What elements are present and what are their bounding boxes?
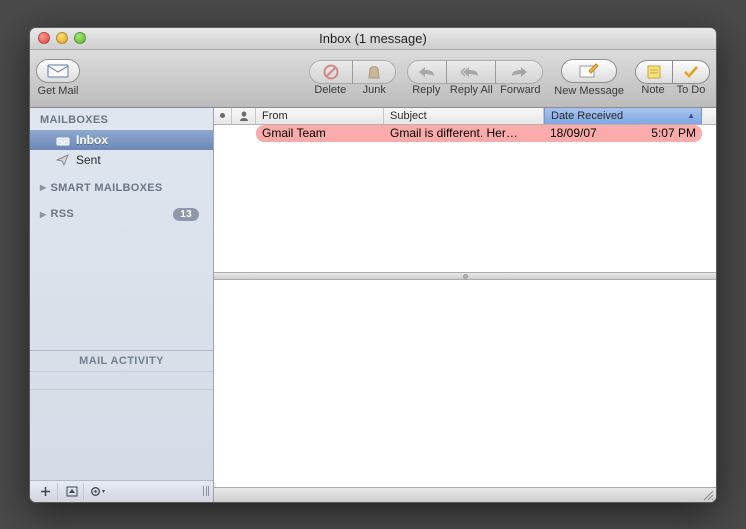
- new-message-label: New Message: [554, 85, 624, 97]
- column-scrollbar-spacer: [702, 108, 716, 124]
- envelope-icon: [47, 64, 69, 78]
- sidebar-resize-grip[interactable]: [203, 486, 209, 496]
- status-bar: [214, 487, 716, 502]
- forward-button[interactable]: [495, 60, 543, 84]
- splitter-dimple-icon: [463, 274, 468, 279]
- plus-icon: [40, 486, 51, 497]
- todo-button[interactable]: [672, 60, 710, 84]
- sidebar-footer: [30, 480, 213, 502]
- reply-button[interactable]: [407, 60, 447, 84]
- message-area: From Subject Date Received ▲ Gmail Team …: [214, 108, 716, 502]
- forward-arrow-icon: [510, 66, 528, 78]
- note-icon: [647, 65, 661, 79]
- titlebar[interactable]: Inbox (1 message): [30, 28, 716, 50]
- column-date-received[interactable]: Date Received ▲: [544, 108, 702, 124]
- inbox-icon: [56, 133, 70, 147]
- todo-label: To Do: [672, 84, 710, 96]
- sort-ascending-icon: ▲: [687, 111, 695, 120]
- sidebar-item-inbox[interactable]: Inbox: [30, 130, 213, 150]
- note-label: Note: [634, 84, 672, 96]
- mail-window: Inbox (1 message) Get Mail Delete Junk: [29, 27, 717, 503]
- reply-arrow-icon: [418, 66, 436, 78]
- message-list[interactable]: Gmail Team Gmail is different. Her… 18/0…: [214, 125, 716, 273]
- reply-label: Reply: [406, 84, 446, 96]
- column-from[interactable]: From: [256, 108, 384, 124]
- window-title: Inbox (1 message): [30, 31, 716, 46]
- preview-pane: [214, 280, 716, 487]
- get-mail-button[interactable]: [36, 59, 80, 83]
- sidebar-item-sent[interactable]: Sent: [30, 150, 213, 170]
- delete-label: Delete: [308, 84, 352, 96]
- note-button[interactable]: [635, 60, 673, 84]
- reply-all-arrow-icon: [460, 66, 482, 78]
- column-headers: From Subject Date Received ▲: [214, 108, 716, 125]
- sidebar: MAILBOXES Inbox Sent ▶ SMART MAILBOXES: [30, 108, 214, 502]
- message-from: Gmail Team: [256, 125, 384, 142]
- gear-icon: [90, 486, 106, 497]
- show-activity-button[interactable]: [60, 483, 84, 500]
- junk-label: Junk: [352, 84, 396, 96]
- pane-splitter[interactable]: [214, 272, 716, 280]
- dot-icon: [219, 112, 226, 119]
- sidebar-item-label: Sent: [76, 153, 101, 167]
- get-mail-label: Get Mail: [38, 85, 79, 97]
- compose-icon: [579, 63, 599, 79]
- paper-plane-icon: [56, 153, 70, 167]
- activity-icon: [66, 486, 78, 497]
- mail-activity-panel: MAIL ACTIVITY: [30, 350, 213, 480]
- delete-button[interactable]: [309, 60, 353, 84]
- toolbar: Get Mail Delete Junk: [30, 50, 716, 108]
- forward-label: Forward: [496, 84, 544, 96]
- no-entry-icon: [323, 64, 339, 80]
- smart-mailboxes-header[interactable]: ▶ SMART MAILBOXES: [30, 170, 213, 198]
- disclosure-triangle-icon: ▶: [40, 183, 46, 192]
- action-menu-button[interactable]: [86, 483, 110, 500]
- resize-grip[interactable]: [703, 490, 714, 501]
- message-row[interactable]: Gmail Team Gmail is different. Her… 18/0…: [214, 125, 716, 142]
- rss-badge: 13: [173, 208, 199, 221]
- buddy-icon: [238, 110, 250, 122]
- column-buddy[interactable]: [232, 108, 256, 124]
- new-message-button[interactable]: [561, 59, 617, 83]
- disclosure-triangle-icon: ▶: [40, 210, 46, 219]
- add-button[interactable]: [34, 483, 58, 500]
- junk-button[interactable]: [352, 60, 396, 84]
- reply-all-label: Reply All: [446, 84, 496, 96]
- bag-icon: [366, 64, 382, 80]
- mailboxes-header[interactable]: MAILBOXES: [30, 108, 213, 130]
- column-subject[interactable]: Subject: [384, 108, 544, 124]
- mail-activity-header: MAIL ACTIVITY: [30, 351, 213, 371]
- content-area: MAILBOXES Inbox Sent ▶ SMART MAILBOXES: [30, 108, 716, 502]
- checkmark-icon: [683, 65, 699, 79]
- message-date: 18/09/07 5:07 PM: [544, 125, 702, 142]
- reply-all-button[interactable]: [446, 60, 496, 84]
- message-subject: Gmail is different. Her…: [384, 125, 544, 142]
- rss-header[interactable]: ▶ RSS 13: [30, 198, 213, 225]
- sidebar-item-label: Inbox: [76, 133, 108, 147]
- column-status[interactable]: [214, 108, 232, 124]
